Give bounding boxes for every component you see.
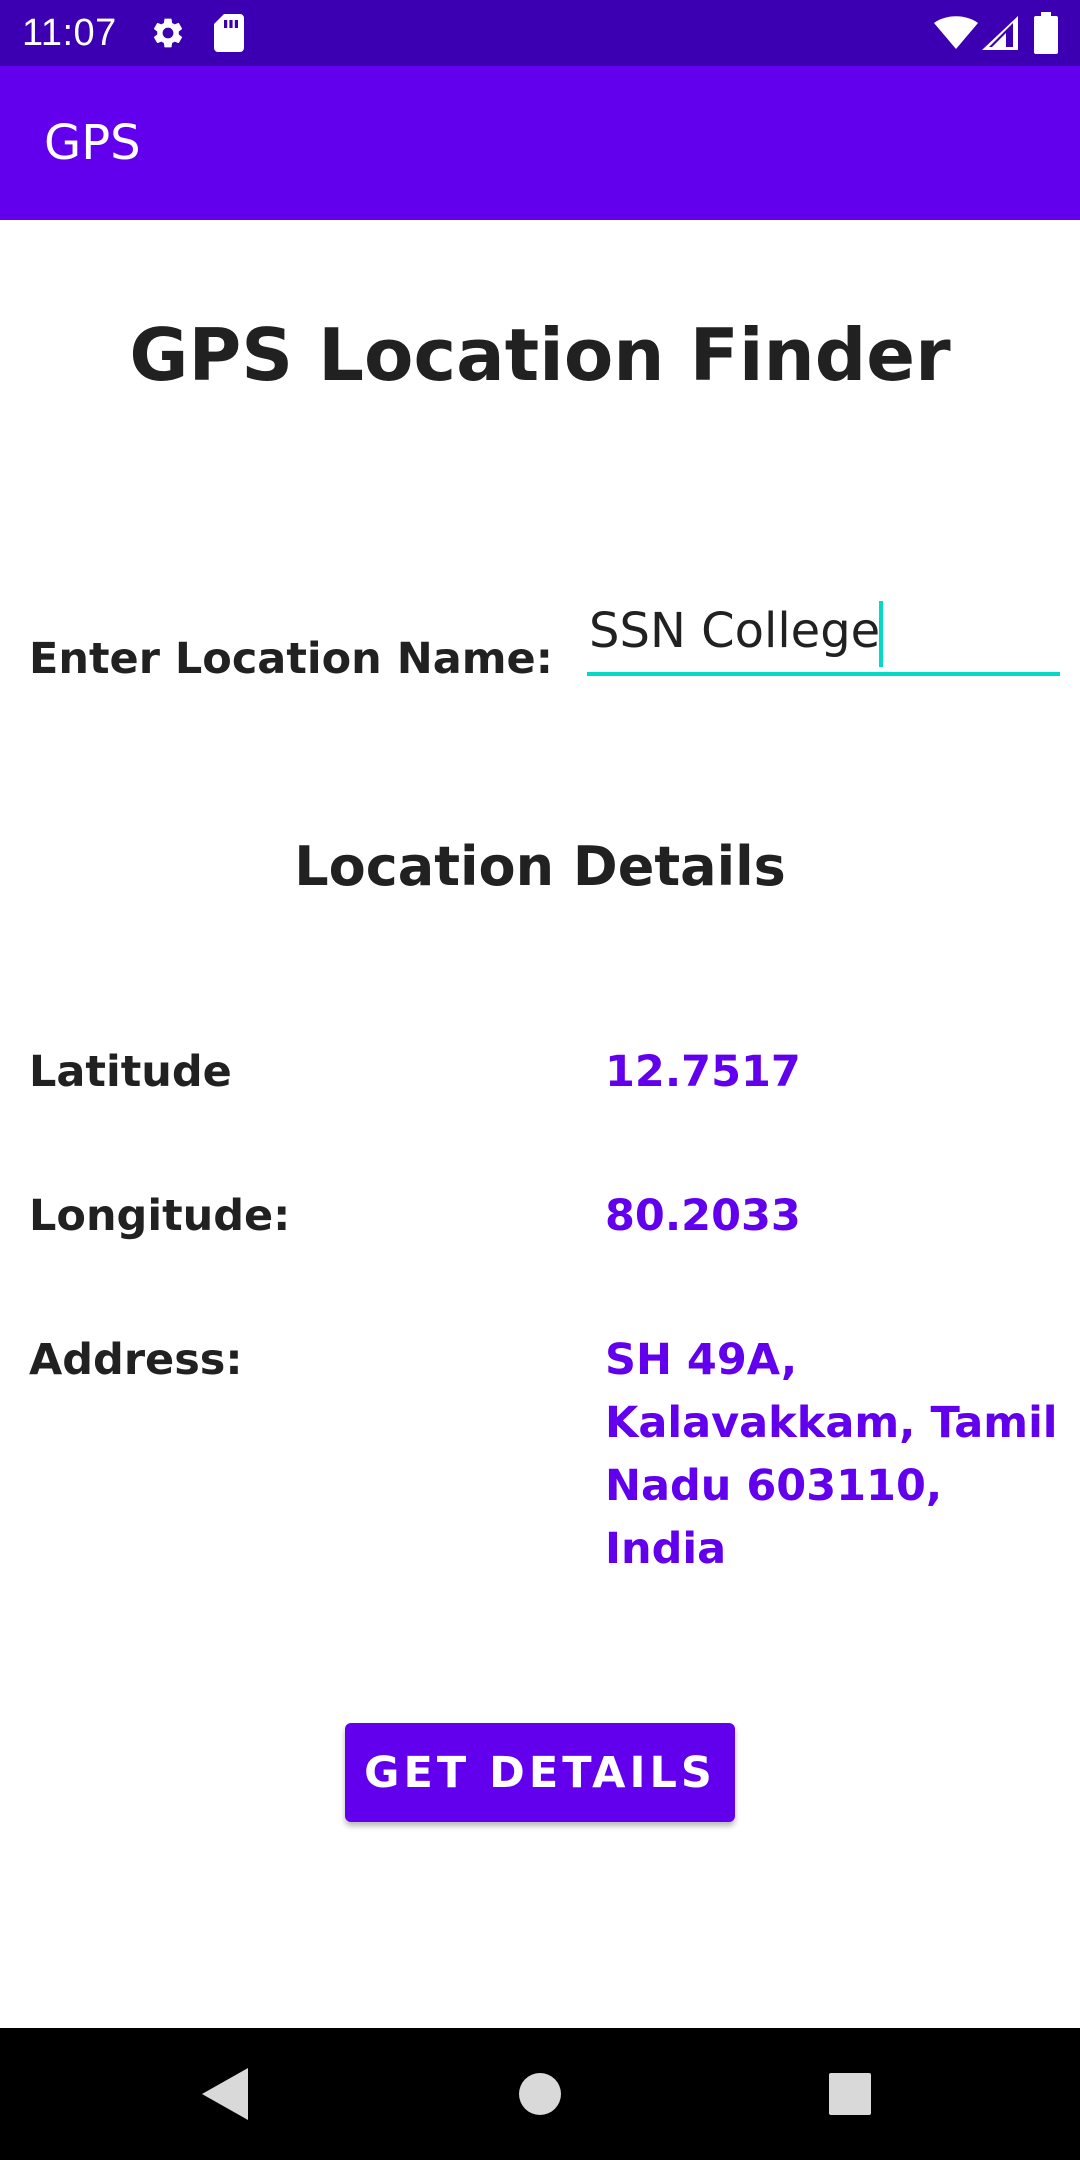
location-name-input[interactable] <box>587 596 1060 676</box>
battery-icon <box>1034 12 1058 54</box>
app-bar: GPS <box>0 66 1080 220</box>
get-details-button[interactable]: GET DETAILS <box>345 1723 735 1822</box>
app-title: GPS <box>44 115 141 171</box>
latitude-value: 12.7517 <box>605 1047 801 1097</box>
address-label: Address: <box>29 1335 243 1385</box>
wifi-icon <box>934 16 978 49</box>
recents-icon[interactable] <box>828 2072 872 2116</box>
gear-icon <box>153 18 183 48</box>
home-icon[interactable] <box>518 2072 562 2116</box>
status-time: 11:07 <box>22 12 117 54</box>
address-value: SH 49A, Kalavakkam, Tamil Nadu 603110, I… <box>605 1335 1058 1574</box>
page-title: GPS Location Finder <box>129 313 951 397</box>
longitude-value: 80.2033 <box>605 1191 801 1241</box>
sd-card-icon <box>214 14 244 52</box>
latitude-label: Latitude <box>29 1047 232 1097</box>
longitude-label: Longitude: <box>29 1191 291 1241</box>
status-bar: 11:07 <box>0 0 1080 66</box>
location-name-label: Enter Location Name: <box>29 634 553 684</box>
signal-icon <box>982 16 1018 50</box>
location-details-heading: Location Details <box>294 835 786 898</box>
navigation-bar <box>0 2028 1080 2160</box>
text-cursor <box>879 601 883 667</box>
back-icon[interactable] <box>202 2068 248 2120</box>
